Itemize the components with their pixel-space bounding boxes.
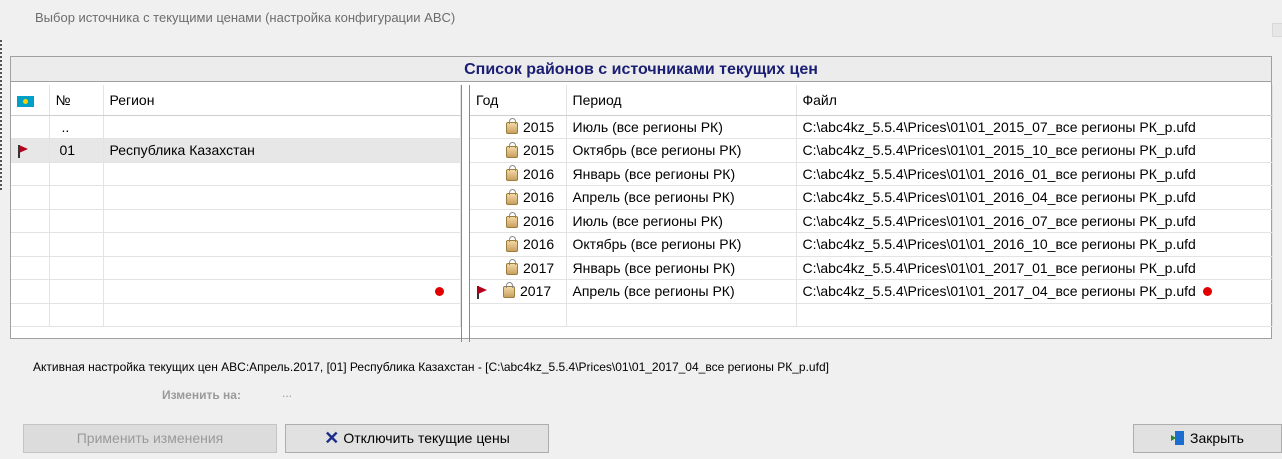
year-cell: 2017 [470, 279, 567, 304]
close-button[interactable]: Закрыть [1133, 424, 1282, 453]
year-text: 2016 [523, 189, 555, 206]
table-row[interactable]: 2016 Апрель (все регионы РК) C:\abc4kz_5… [470, 185, 1273, 210]
region-num-cell: 01 [49, 138, 104, 163]
regions-name-header[interactable]: Регион [103, 85, 461, 116]
active-marker-dot [435, 287, 444, 297]
year-text: 2015 [523, 142, 555, 159]
table-row[interactable]: 01 Республика Казахстан [11, 138, 461, 163]
file-cell: C:\abc4kz_5.5.4\Prices\01\01_2015_10_все… [796, 138, 1273, 163]
regions-header-row: № Регион [11, 85, 461, 116]
year-text: 2017 [520, 283, 552, 300]
lock-icon [506, 235, 518, 252]
window-left-edge [0, 40, 3, 190]
table-row[interactable]: 2015 Июль (все регионы РК) C:\abc4kz_5.5… [470, 115, 1273, 139]
region-name-cell: Республика Казахстан [103, 138, 461, 163]
period-cell: Октябрь (все регионы РК) [566, 138, 797, 163]
table-row[interactable]: 2015 Октябрь (все регионы РК) C:\abc4kz_… [470, 138, 1273, 163]
table-row [11, 185, 461, 210]
lock-icon [506, 212, 518, 229]
regions-num-header[interactable]: № [49, 85, 104, 116]
active-setting-status: Активная настройка текущих цен ABC:Апрел… [33, 360, 829, 374]
flag-cell [11, 138, 50, 163]
year-text: 2016 [523, 212, 555, 229]
year-text: 2015 [523, 118, 555, 135]
active-marker-dot [1202, 287, 1212, 297]
table-row[interactable]: 2016 Январь (все регионы РК) C:\abc4kz_5… [470, 162, 1273, 186]
year-cell: 2016 [470, 162, 567, 186]
year-text: 2017 [523, 259, 555, 276]
prices-table: Год Период Файл 2015 Июль (все регионы Р… [470, 85, 1273, 327]
sources-panel: Список районов с источниками текущих цен… [10, 56, 1273, 342]
year-cell: 2015 [470, 115, 567, 139]
table-row [11, 279, 461, 304]
file-cell: C:\abc4kz_5.5.4\Prices\01\01_2017_04_все… [796, 279, 1273, 304]
apply-changes-label: Применить изменения [76, 430, 224, 446]
file-text: C:\abc4kz_5.5.4\Prices\01\01_2017_04_все… [802, 283, 1196, 300]
period-cell: Январь (все регионы РК) [566, 256, 797, 280]
prices-file-header[interactable]: Файл [796, 85, 1273, 116]
x-icon: ✕ [324, 428, 340, 448]
year-cell: 2016 [470, 185, 567, 210]
lock-icon [506, 259, 518, 276]
table-row [11, 162, 461, 186]
disable-prices-label: Отключить текущие цены [343, 430, 510, 446]
year-text: 2016 [523, 236, 555, 253]
table-row[interactable]: 2016 Июль (все регионы РК) C:\abc4kz_5.5… [470, 209, 1273, 233]
prices-period-header[interactable]: Период [566, 85, 797, 116]
prices-year-header[interactable]: Год [470, 85, 567, 116]
year-cell: 2016 [470, 232, 567, 257]
panel-header: Список районов с источниками текущих цен [11, 57, 1271, 82]
regions-flag-header [11, 85, 50, 116]
table-row [11, 256, 461, 280]
table-row [11, 232, 461, 257]
red-flag-icon [476, 285, 488, 300]
period-cell: Июль (все регионы РК) [566, 115, 797, 139]
file-cell: C:\abc4kz_5.5.4\Prices\01\01_2015_07_все… [796, 115, 1273, 139]
file-cell: C:\abc4kz_5.5.4\Prices\01\01_2017_01_все… [796, 256, 1273, 280]
regions-grid[interactable]: № Регион .. 01 Республика Казахстан [11, 85, 462, 342]
table-row [470, 303, 1273, 327]
regions-table: № Регион .. 01 Республика Казахстан [11, 85, 461, 327]
window-close-button[interactable] [1272, 23, 1282, 37]
year-cell: 2015 [470, 138, 567, 163]
period-cell: Апрель (все регионы РК) [566, 279, 797, 304]
prices-grid[interactable]: Год Период Файл 2015 Июль (все регионы Р… [469, 85, 1273, 342]
exit-door-icon [1171, 431, 1185, 445]
table-row[interactable]: 2017 Январь (все регионы РК) C:\abc4kz_5… [470, 256, 1273, 280]
lock-icon [506, 118, 518, 135]
period-cell: Январь (все регионы РК) [566, 162, 797, 186]
year-cell: 2016 [470, 209, 567, 233]
lock-icon [506, 141, 518, 158]
year-text: 2016 [523, 165, 555, 182]
region-name-cell [103, 115, 461, 139]
prices-header-row: Год Период Файл [470, 85, 1273, 116]
disable-prices-button[interactable]: ✕ Отключить текущие цены [285, 424, 549, 453]
table-row[interactable]: 2016 Октябрь (все регионы РК) C:\abc4kz_… [470, 232, 1273, 257]
close-label: Закрыть [1190, 430, 1244, 446]
period-cell: Июль (все регионы РК) [566, 209, 797, 233]
table-row[interactable]: 2017 Апрель (все регионы РК) C:\abc4kz_5… [470, 279, 1273, 304]
apply-changes-button[interactable]: Применить изменения [23, 424, 277, 453]
file-cell: C:\abc4kz_5.5.4\Prices\01\01_2016_01_все… [796, 162, 1273, 186]
table-row [11, 209, 461, 233]
period-cell: Октябрь (все регионы РК) [566, 232, 797, 257]
window-title: Выбор источника с текущими ценами (настр… [35, 10, 456, 25]
file-cell: C:\abc4kz_5.5.4\Prices\01\01_2016_07_все… [796, 209, 1273, 233]
kazakhstan-flag-icon [17, 95, 34, 107]
lock-icon [506, 165, 518, 182]
year-cell: 2017 [470, 256, 567, 280]
table-row [11, 303, 461, 327]
period-cell: Апрель (все регионы РК) [566, 185, 797, 210]
file-cell: C:\abc4kz_5.5.4\Prices\01\01_2016_04_все… [796, 185, 1273, 210]
region-num-cell: .. [49, 115, 104, 139]
change-to-value: ... [282, 386, 293, 400]
change-to-label: Изменить на: [162, 388, 241, 402]
file-cell: C:\abc4kz_5.5.4\Prices\01\01_2016_10_все… [796, 232, 1273, 257]
flag-cell [11, 115, 50, 139]
lock-icon [503, 282, 515, 299]
red-flag-icon [17, 144, 29, 159]
table-row[interactable]: .. [11, 115, 461, 139]
lock-icon [506, 188, 518, 205]
